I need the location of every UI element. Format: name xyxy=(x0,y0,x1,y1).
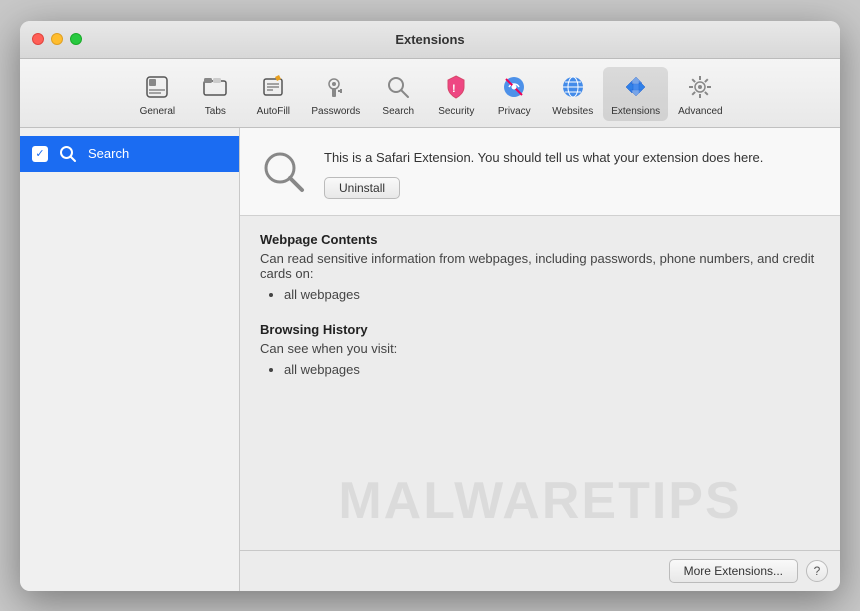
permission-list-webpage-contents: all webpages xyxy=(260,285,820,306)
toolbar-item-tabs[interactable]: Tabs xyxy=(187,67,243,121)
toolbar-label-passwords: Passwords xyxy=(311,106,360,117)
general-icon xyxy=(141,71,173,103)
svg-text:!: ! xyxy=(452,83,456,95)
toolbar-item-privacy[interactable]: Privacy xyxy=(486,67,542,121)
sidebar: ✓ Search xyxy=(20,128,240,591)
websites-icon xyxy=(557,71,589,103)
toolbar-item-extensions[interactable]: Extensions xyxy=(603,67,668,121)
passwords-icon xyxy=(320,71,352,103)
toolbar-label-tabs: Tabs xyxy=(205,106,226,117)
extension-checkbox[interactable]: ✓ xyxy=(32,146,48,162)
toolbar-item-search[interactable]: Search xyxy=(370,67,426,121)
toolbar-label-websites: Websites xyxy=(552,106,593,117)
permission-title-browsing-history: Browsing History xyxy=(260,322,820,337)
permission-title-webpage-contents: Webpage Contents xyxy=(260,232,820,247)
permissions-section: Webpage Contents Can read sensitive info… xyxy=(240,216,840,550)
toolbar-label-search: Search xyxy=(382,106,414,117)
permission-group-webpage-contents: Webpage Contents Can read sensitive info… xyxy=(260,232,820,306)
toolbar: General Tabs xyxy=(20,59,840,128)
advanced-icon xyxy=(684,71,716,103)
toolbar-item-general[interactable]: General xyxy=(129,67,185,121)
privacy-icon xyxy=(498,71,530,103)
toolbar-label-security: Security xyxy=(438,106,474,117)
autofill-icon xyxy=(257,71,289,103)
toolbar-item-autofill[interactable]: AutoFill xyxy=(245,67,301,121)
toolbar-item-passwords[interactable]: Passwords xyxy=(303,67,368,121)
permission-item: all webpages xyxy=(284,285,820,306)
detail-panel: MALWARETIPS This is a Safari Extension. … xyxy=(240,128,840,591)
more-extensions-button[interactable]: More Extensions... xyxy=(669,559,798,583)
main-window: Extensions General xyxy=(20,21,840,591)
toolbar-label-privacy: Privacy xyxy=(498,106,531,117)
toolbar-label-autofill: AutoFill xyxy=(257,106,290,117)
tabs-icon xyxy=(199,71,231,103)
main-content: ✓ Search MALWARETIPS xyxy=(20,128,840,591)
extension-large-icon xyxy=(260,148,308,196)
toolbar-item-security[interactable]: ! Security xyxy=(428,67,484,121)
extension-description: This is a Safari Extension. You should t… xyxy=(324,148,820,168)
sidebar-item-search-extension[interactable]: ✓ Search xyxy=(20,136,239,172)
extensions-icon xyxy=(620,71,652,103)
extension-name-label: Search xyxy=(88,146,129,161)
window-title: Extensions xyxy=(395,32,464,47)
toolbar-item-websites[interactable]: Websites xyxy=(544,67,601,121)
search-toolbar-icon xyxy=(382,71,414,103)
extension-info-section: This is a Safari Extension. You should t… xyxy=(240,128,840,217)
footer: More Extensions... ? xyxy=(240,550,840,591)
toolbar-label-advanced: Advanced xyxy=(678,106,722,117)
toolbar-item-advanced[interactable]: Advanced xyxy=(670,67,730,121)
toolbar-label-extensions: Extensions xyxy=(611,106,660,117)
uninstall-button[interactable]: Uninstall xyxy=(324,177,400,199)
permission-desc-webpage-contents: Can read sensitive information from webp… xyxy=(260,251,820,281)
permission-group-browsing-history: Browsing History Can see when you visit:… xyxy=(260,322,820,381)
traffic-lights xyxy=(32,33,82,45)
security-icon: ! xyxy=(440,71,472,103)
maximize-button[interactable] xyxy=(70,33,82,45)
permission-item: all webpages xyxy=(284,360,820,381)
close-button[interactable] xyxy=(32,33,44,45)
extension-details: This is a Safari Extension. You should t… xyxy=(324,148,820,200)
extension-search-icon xyxy=(56,142,80,166)
minimize-button[interactable] xyxy=(51,33,63,45)
help-button[interactable]: ? xyxy=(806,560,828,582)
toolbar-label-general: General xyxy=(140,106,176,117)
title-bar: Extensions xyxy=(20,21,840,59)
permission-desc-browsing-history: Can see when you visit: xyxy=(260,341,820,356)
permission-list-browsing-history: all webpages xyxy=(260,360,820,381)
